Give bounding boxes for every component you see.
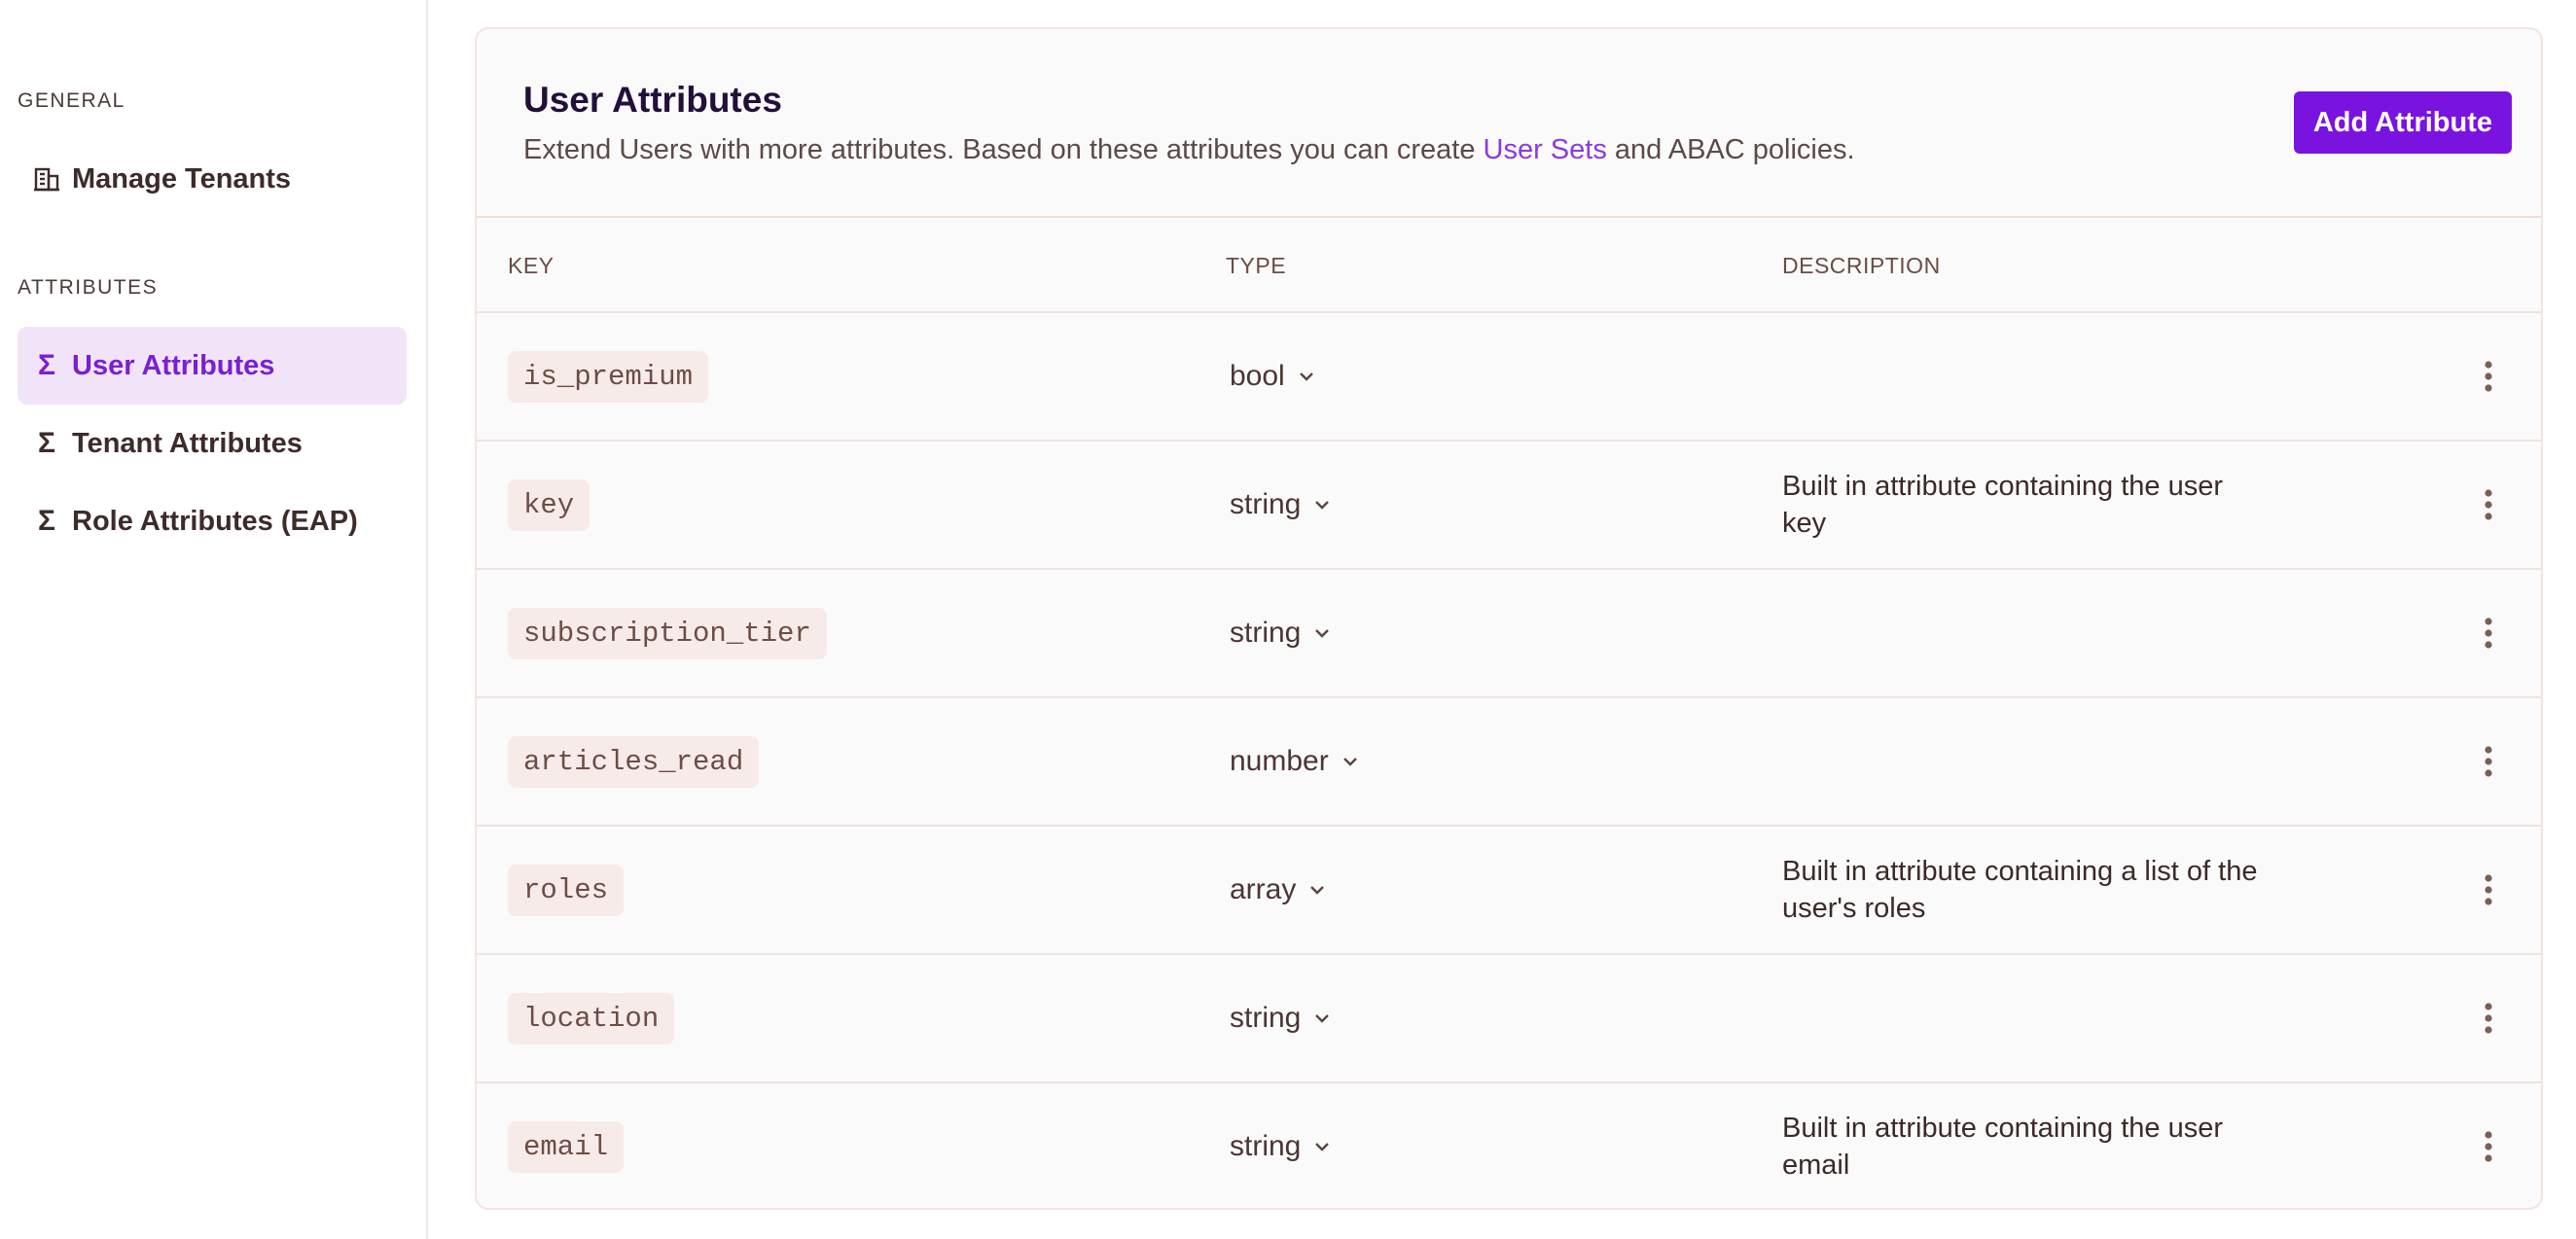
type-value: string	[1230, 1130, 1302, 1162]
sidebar: GENERAL Manage Tenants ATTRIBUTES Σ User…	[0, 0, 428, 1239]
description-cell: Built in attribute containing the user e…	[1782, 1083, 2269, 1208]
column-header-key: KEY	[508, 252, 555, 278]
chevron-down-icon	[1309, 885, 1325, 895]
more-options-icon[interactable]	[2485, 955, 2492, 1081]
description-cell: Built in attribute containing the user k…	[1782, 442, 2269, 568]
chevron-down-icon	[1314, 1013, 1330, 1023]
type-cell: string	[1214, 955, 1345, 1081]
attribute-key: subscription_tier	[508, 607, 827, 659]
type-value: array	[1230, 873, 1297, 905]
type-cell: array	[1214, 827, 1341, 953]
sidebar-item-manage-tenants[interactable]: Manage Tenants	[18, 140, 407, 218]
type-dropdown[interactable]: number	[1214, 737, 1374, 786]
table-row[interactable]: is_premium bool	[477, 313, 2541, 442]
description-cell	[1782, 313, 2269, 440]
attribute-key: email	[508, 1120, 625, 1173]
type-cell: number	[1214, 698, 1374, 825]
sidebar-item-label: User Attributes	[72, 349, 275, 381]
attribute-key: location	[508, 992, 675, 1044]
key-cell: email	[508, 1083, 625, 1208]
chevron-down-icon	[1314, 500, 1330, 510]
type-value: string	[1230, 488, 1302, 520]
column-header-type: TYPE	[1226, 252, 1287, 278]
description-cell	[1782, 570, 2269, 696]
attribute-key: articles_read	[508, 735, 760, 788]
type-dropdown[interactable]: string	[1214, 480, 1345, 529]
more-options-icon[interactable]	[2485, 698, 2492, 825]
sidebar-item-tenant-attributes[interactable]: Σ Tenant Attributes	[18, 405, 407, 482]
sidebar-item-user-attributes[interactable]: Σ User Attributes	[18, 327, 407, 405]
attribute-description: Built in attribute containing the user k…	[1782, 471, 2223, 539]
chevron-down-icon	[1314, 628, 1330, 638]
description-cell	[1782, 698, 2269, 825]
attribute-key: key	[508, 478, 590, 531]
table-body: is_premium bool key string Built in attribut…	[477, 313, 2541, 1208]
attribute-description: Built in attribute containing a list of …	[1782, 856, 2258, 924]
type-dropdown[interactable]: string	[1214, 994, 1345, 1043]
type-cell: string	[1214, 442, 1345, 568]
more-options-icon[interactable]	[2485, 827, 2492, 953]
attribute-key: is_premium	[508, 350, 709, 403]
sigma-icon: Σ	[37, 349, 55, 381]
type-dropdown[interactable]: bool	[1214, 352, 1330, 401]
type-value: bool	[1230, 360, 1285, 392]
key-cell: is_premium	[508, 313, 709, 440]
user-sets-link[interactable]: User Sets	[1484, 134, 1607, 165]
key-cell: location	[508, 955, 675, 1081]
chevron-down-icon	[1342, 757, 1358, 766]
building-icon	[33, 164, 60, 194]
type-dropdown[interactable]: string	[1214, 1122, 1345, 1171]
type-dropdown[interactable]: array	[1214, 866, 1341, 914]
section-label-general: GENERAL	[18, 89, 125, 112]
page-subtitle: Extend Users with more attributes. Based…	[523, 134, 1855, 166]
key-cell: articles_read	[508, 698, 760, 825]
chevron-down-icon	[1299, 372, 1314, 381]
chevron-down-icon	[1314, 1142, 1330, 1151]
attribute-key: roles	[508, 864, 625, 916]
sidebar-item-label: Tenant Attributes	[72, 427, 303, 459]
description-cell	[1782, 955, 2269, 1081]
key-cell: key	[508, 442, 590, 568]
sidebar-item-role-attributes[interactable]: Σ Role Attributes (EAP)	[18, 482, 407, 560]
table-header: KEY TYPE DESCRIPTION	[477, 218, 2541, 313]
table-row[interactable]: location string	[477, 955, 2541, 1083]
column-header-description: DESCRIPTION	[1782, 252, 1941, 278]
sidebar-item-label: Manage Tenants	[72, 162, 292, 195]
attributes-card: User Attributes Extend Users with more a…	[475, 27, 2543, 1210]
attribute-description: Built in attribute containing the user e…	[1782, 1113, 2223, 1181]
more-options-icon[interactable]	[2485, 442, 2492, 568]
key-cell: subscription_tier	[508, 570, 827, 696]
description-cell: Built in attribute containing a list of …	[1782, 827, 2269, 953]
type-dropdown[interactable]: string	[1214, 609, 1345, 657]
card-header: User Attributes Extend Users with more a…	[477, 29, 2541, 218]
subtitle-text-after: and ABAC policies.	[1606, 134, 1855, 165]
type-value: number	[1230, 745, 1329, 777]
table-row[interactable]: key string Built in attribute containing t…	[477, 442, 2541, 570]
page-title: User Attributes	[523, 80, 782, 120]
type-cell: string	[1214, 570, 1345, 696]
table-row[interactable]: subscription_tier string	[477, 570, 2541, 698]
more-options-icon[interactable]	[2485, 1083, 2492, 1208]
table-row[interactable]: roles array Built in attribute containing …	[477, 827, 2541, 955]
sigma-icon: Σ	[37, 505, 55, 537]
type-value: string	[1230, 617, 1302, 649]
subtitle-text-before: Extend Users with more attributes. Based…	[523, 134, 1484, 165]
table-row[interactable]: email string Built in attribute containing…	[477, 1083, 2541, 1208]
more-options-icon[interactable]	[2485, 570, 2492, 696]
add-attribute-button[interactable]: Add Attribute	[2293, 91, 2512, 154]
type-cell: bool	[1214, 313, 1330, 440]
more-options-icon[interactable]	[2485, 313, 2492, 440]
table-row[interactable]: articles_read number	[477, 698, 2541, 827]
type-value: string	[1230, 1002, 1302, 1034]
key-cell: roles	[508, 827, 625, 953]
main-content: User Attributes Extend Users with more a…	[430, 0, 2576, 1239]
section-label-attributes: ATTRIBUTES	[18, 276, 159, 299]
sigma-icon: Σ	[37, 427, 55, 459]
sidebar-item-label: Role Attributes (EAP)	[72, 505, 358, 537]
type-cell: string	[1214, 1083, 1345, 1208]
